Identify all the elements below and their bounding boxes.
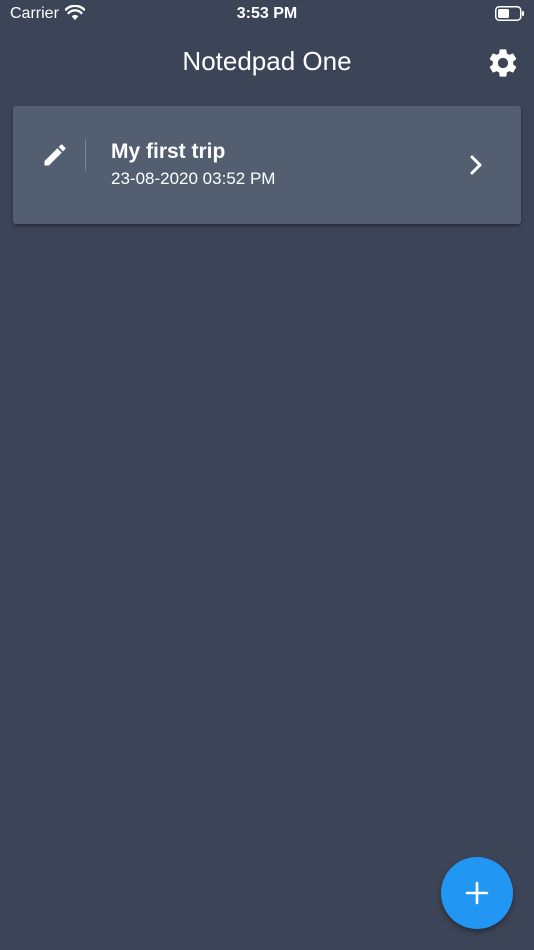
note-title: My first trip <box>111 140 226 163</box>
settings-button[interactable] <box>486 46 520 80</box>
status-time: 3:53 PM <box>236 5 298 22</box>
plus-icon <box>465 881 489 905</box>
chevron-right-icon <box>466 152 486 178</box>
note-date: 23-08-2020 03:52 PM <box>111 169 276 188</box>
gear-icon <box>489 49 517 77</box>
status-bar: Carrier 3:53 PM <box>0 0 534 28</box>
add-note-button[interactable] <box>441 857 513 929</box>
note-list-item[interactable]: My first trip 23-08-2020 03:52 PM <box>13 106 521 224</box>
card-divider <box>85 139 86 171</box>
app-header: Notedpad One <box>0 36 534 88</box>
page-title: Notedpad One <box>182 46 352 76</box>
pencil-icon <box>41 141 69 169</box>
battery-icon <box>495 6 525 21</box>
